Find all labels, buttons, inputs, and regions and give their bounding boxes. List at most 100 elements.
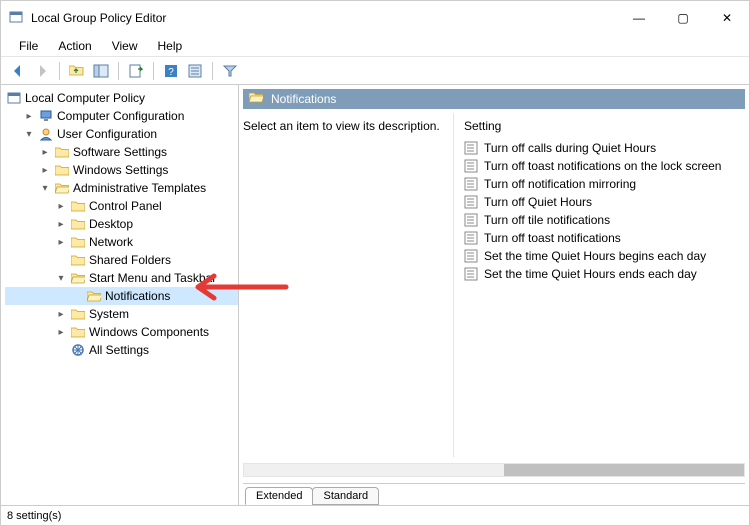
folder-icon: [71, 307, 85, 321]
view-tabs: Extended Standard: [243, 483, 745, 505]
expand-arrow-icon[interactable]: ▸: [55, 219, 67, 230]
tree-shared-folders[interactable]: Shared Folders: [5, 251, 238, 269]
help-button[interactable]: ?: [160, 60, 182, 82]
settings-list[interactable]: Setting Turn off calls during Quiet Hour…: [453, 113, 745, 457]
window-title: Local Group Policy Editor: [31, 11, 166, 25]
tree-label: Local Computer Policy: [25, 91, 145, 105]
tree-label: Desktop: [89, 217, 133, 231]
svg-text:?: ?: [168, 67, 174, 78]
tree-start-menu-taskbar[interactable]: ▾ Start Menu and Taskbar: [5, 269, 238, 287]
tree-label: User Configuration: [57, 127, 157, 141]
expand-arrow-icon[interactable]: ▸: [55, 237, 67, 248]
tree-computer-configuration[interactable]: ▸ Computer Configuration: [5, 107, 238, 125]
up-folder-button[interactable]: [66, 60, 88, 82]
tree-all-settings[interactable]: All Settings: [5, 341, 238, 359]
folder-icon: [71, 217, 85, 231]
tab-standard[interactable]: Standard: [312, 487, 379, 505]
menu-action[interactable]: Action: [48, 37, 101, 55]
description-pane: Select an item to view its description.: [243, 113, 443, 457]
tab-extended[interactable]: Extended: [245, 487, 313, 505]
tree-label: Windows Settings: [73, 163, 168, 177]
tree-label: Shared Folders: [89, 253, 171, 267]
policy-icon: [464, 213, 478, 227]
tree-windows-settings[interactable]: ▸ Windows Settings: [5, 161, 238, 179]
expand-arrow-icon[interactable]: ▸: [39, 165, 51, 176]
tree-label: Control Panel: [89, 199, 162, 213]
tree-label: Start Menu and Taskbar: [89, 271, 216, 285]
setting-row[interactable]: Turn off tile notifications: [464, 211, 745, 229]
horizontal-scrollbar[interactable]: [243, 463, 745, 477]
navigation-pane[interactable]: Local Computer Policy ▸ Computer Configu…: [1, 85, 239, 505]
tree-desktop[interactable]: ▸ Desktop: [5, 215, 238, 233]
setting-label: Turn off notification mirroring: [484, 177, 636, 191]
folder-open-icon: [87, 289, 101, 303]
back-button[interactable]: [7, 60, 29, 82]
tree-system[interactable]: ▸ System: [5, 305, 238, 323]
tree-notifications[interactable]: Notifications: [5, 287, 238, 305]
tree-user-configuration[interactable]: ▾ User Configuration: [5, 125, 238, 143]
user-icon: [39, 127, 53, 141]
setting-row[interactable]: Turn off notification mirroring: [464, 175, 745, 193]
menu-help[interactable]: Help: [148, 37, 193, 55]
header-label: Notifications: [243, 89, 745, 109]
tree-root[interactable]: Local Computer Policy: [5, 89, 238, 107]
tree-label: Notifications: [105, 289, 170, 303]
expand-arrow-icon[interactable]: ▸: [55, 201, 67, 212]
forward-button[interactable]: [31, 60, 53, 82]
column-header[interactable]: Setting: [464, 119, 745, 139]
app-icon: [9, 10, 25, 26]
menu-view[interactable]: View: [102, 37, 148, 55]
folder-icon: [71, 253, 85, 267]
setting-row[interactable]: Turn off toast notifications on the lock…: [464, 157, 745, 175]
properties-button[interactable]: [184, 60, 206, 82]
policy-icon: [464, 267, 478, 281]
all-settings-icon: [71, 343, 85, 357]
tree-label: Network: [89, 235, 133, 249]
toolbar: ?: [1, 57, 749, 85]
menubar: File Action View Help: [1, 35, 749, 57]
folder-icon: [55, 145, 69, 159]
setting-label: Set the time Quiet Hours ends each day: [484, 267, 697, 281]
folder-icon: [71, 199, 85, 213]
expand-arrow-icon[interactable]: ▸: [23, 111, 35, 122]
folder-icon: [55, 163, 69, 177]
show-hide-tree-button[interactable]: [90, 60, 112, 82]
detail-pane: Notifications Select an item to view its…: [239, 85, 749, 505]
collapse-arrow-icon[interactable]: ▾: [55, 273, 67, 284]
expand-arrow-icon[interactable]: ▸: [55, 327, 67, 338]
policy-icon: [464, 177, 478, 191]
setting-label: Turn off toast notifications: [484, 231, 621, 245]
setting-row[interactable]: Set the time Quiet Hours ends each day: [464, 265, 745, 283]
setting-row[interactable]: Turn off calls during Quiet Hours: [464, 139, 745, 157]
folder-open-icon: [249, 90, 263, 104]
policy-icon: [464, 159, 478, 173]
tree-label: Software Settings: [73, 145, 167, 159]
expand-arrow-icon[interactable]: ▸: [39, 147, 51, 158]
policy-icon: [464, 195, 478, 209]
tree-control-panel[interactable]: ▸ Control Panel: [5, 197, 238, 215]
titlebar: Local Group Policy Editor — ▢ ✕: [1, 1, 749, 35]
tree-label: Windows Components: [89, 325, 209, 339]
folder-icon: [71, 235, 85, 249]
tree-windows-components[interactable]: ▸ Windows Components: [5, 323, 238, 341]
folder-open-icon: [71, 271, 85, 285]
setting-row[interactable]: Turn off toast notifications: [464, 229, 745, 247]
filter-button[interactable]: [219, 60, 241, 82]
tree-administrative-templates[interactable]: ▾ Administrative Templates: [5, 179, 238, 197]
export-button[interactable]: [125, 60, 147, 82]
expand-arrow-icon[interactable]: ▸: [55, 309, 67, 320]
setting-label: Turn off Quiet Hours: [484, 195, 592, 209]
setting-row[interactable]: Set the time Quiet Hours begins each day: [464, 247, 745, 265]
close-button[interactable]: ✕: [705, 3, 749, 33]
collapse-arrow-icon[interactable]: ▾: [23, 129, 35, 140]
tree-network[interactable]: ▸ Network: [5, 233, 238, 251]
tree-software-settings[interactable]: ▸ Software Settings: [5, 143, 238, 161]
tree-label: Computer Configuration: [57, 109, 184, 123]
maximize-button[interactable]: ▢: [661, 3, 705, 33]
collapse-arrow-icon[interactable]: ▾: [39, 183, 51, 194]
minimize-button[interactable]: —: [617, 3, 661, 33]
setting-row[interactable]: Turn off Quiet Hours: [464, 193, 745, 211]
menu-file[interactable]: File: [9, 37, 48, 55]
folder-open-icon: [55, 181, 69, 195]
gpedit-icon: [7, 91, 21, 105]
